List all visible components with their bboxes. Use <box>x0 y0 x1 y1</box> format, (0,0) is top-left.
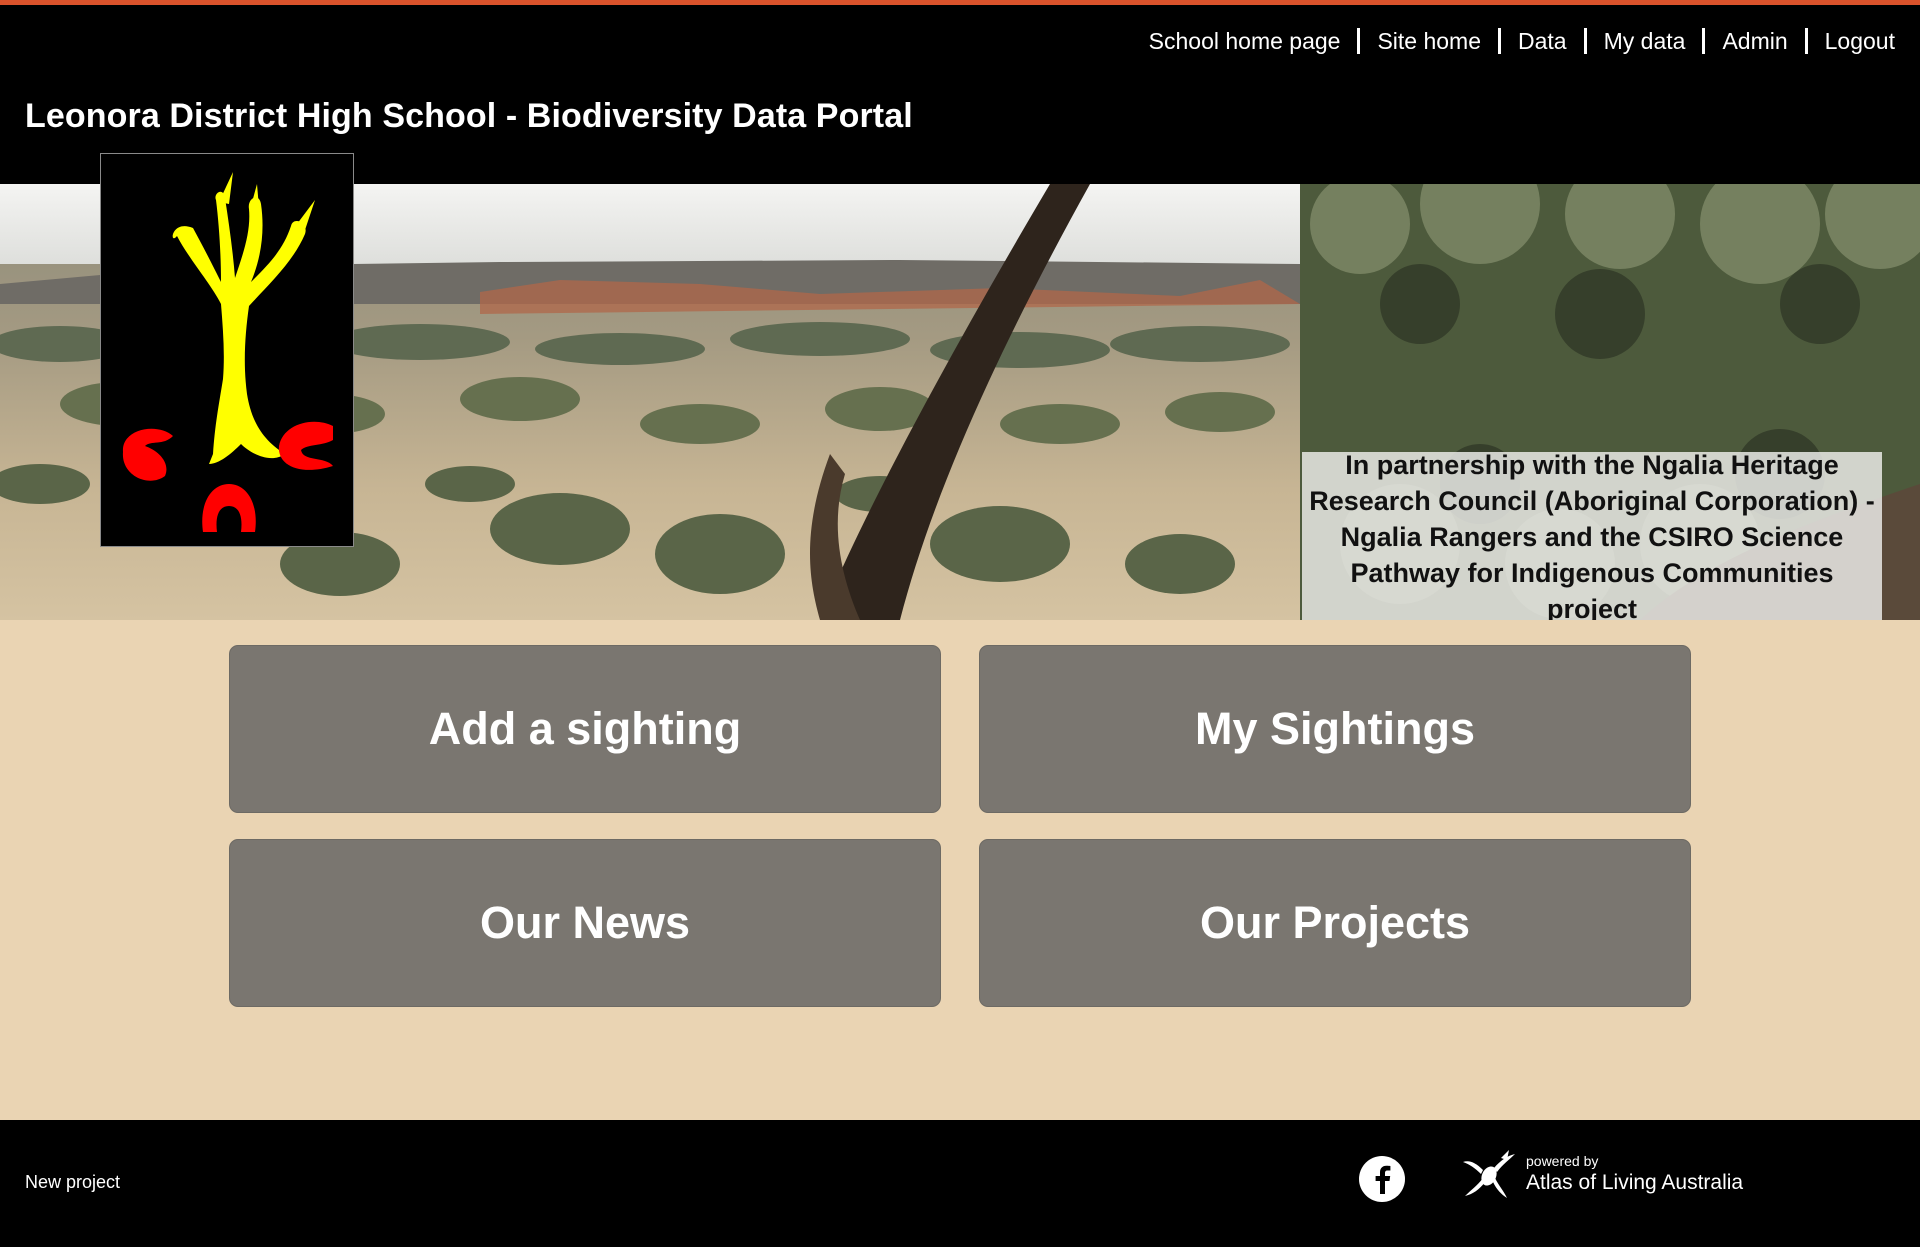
our-news-button[interactable]: Our News <box>229 839 941 1007</box>
main-content: Add a sighting My Sightings Our News Our… <box>0 620 1920 1120</box>
nav-my-data[interactable]: My data <box>1604 27 1686 55</box>
add-sighting-button[interactable]: Add a sighting <box>229 645 941 813</box>
facebook-glyph <box>1375 1165 1391 1194</box>
top-navigation: School home page Site home Data My data … <box>1149 27 1895 55</box>
school-logo[interactable] <box>100 153 354 547</box>
nav-separator <box>1498 28 1502 54</box>
our-projects-button[interactable]: Our Projects <box>979 839 1691 1007</box>
nav-data[interactable]: Data <box>1518 27 1567 55</box>
new-project-link[interactable]: New project <box>25 1172 120 1193</box>
nav-separator <box>1357 28 1361 54</box>
nav-separator <box>1804 28 1808 54</box>
tree-logo-icon <box>122 172 333 532</box>
partnership-notice: In partnership with the Ngalia Heritage … <box>1302 450 1882 620</box>
nav-separator <box>1583 28 1587 54</box>
powered-by-label: powered by <box>1526 1153 1599 1169</box>
nav-separator <box>1702 28 1706 54</box>
ala-link[interactable]: Atlas of Living Australia <box>1526 1171 1743 1195</box>
page-title: Leonora District High School - Biodivers… <box>25 97 913 135</box>
my-sightings-button[interactable]: My Sightings <box>979 645 1691 813</box>
facebook-icon[interactable] <box>1359 1156 1405 1202</box>
nav-admin[interactable]: Admin <box>1722 27 1787 55</box>
nav-school-home-page[interactable]: School home page <box>1149 27 1341 55</box>
ala-logo-icon[interactable] <box>1461 1150 1517 1205</box>
nav-site-home[interactable]: Site home <box>1377 27 1481 55</box>
nav-logout[interactable]: Logout <box>1825 27 1895 55</box>
site-footer: New project powered by Atlas of Living A… <box>0 1120 1920 1247</box>
